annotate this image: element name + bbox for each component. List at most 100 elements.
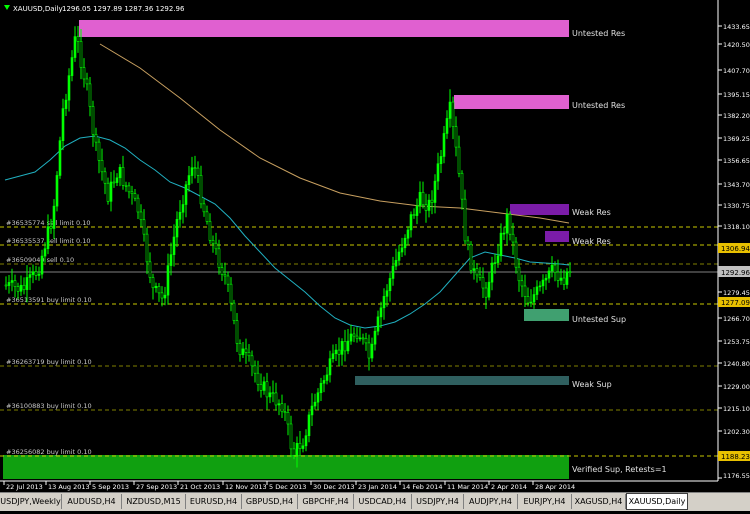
candle-body	[349, 333, 353, 342]
price-axis-label: 1369.25	[723, 135, 750, 143]
candle-body	[229, 283, 233, 304]
candle-body	[178, 211, 182, 220]
candle-body	[88, 83, 92, 107]
candle-body	[55, 175, 59, 207]
candle-body	[460, 173, 464, 200]
candle-body	[529, 301, 533, 304]
candle-body	[37, 273, 41, 276]
candle-body	[475, 268, 479, 276]
price-axis-label: 1202.30	[723, 428, 750, 436]
time-axis-label: 5 Dec 2013	[269, 483, 306, 491]
candle-body	[22, 284, 26, 290]
time-axis-label: 13 Aug 2013	[48, 483, 90, 491]
candle-body	[394, 260, 398, 267]
candle-body	[226, 275, 230, 285]
candle-body	[526, 296, 530, 304]
candle-body	[199, 175, 203, 205]
candle-body	[412, 214, 416, 216]
candle-body	[163, 294, 167, 299]
candle-body	[64, 99, 68, 109]
zone-weak-sup	[355, 376, 569, 385]
chart-tab[interactable]: USDJPY,Weekly	[0, 494, 62, 509]
candle-body	[259, 384, 263, 391]
candle-body	[379, 307, 383, 318]
candle-body	[385, 290, 389, 297]
chart-symbol-title: XAUUSD,Daily	[13, 5, 63, 13]
price-axis-label: 1382.20	[723, 112, 750, 120]
candle-body	[331, 353, 335, 359]
order-label: #36263719 buy limit 0.10	[6, 358, 92, 366]
candle-body	[424, 204, 428, 211]
candle-body	[235, 320, 239, 344]
chart-tab[interactable]: USDJPY,H4	[412, 494, 464, 509]
candle-body	[115, 177, 119, 183]
candle-body	[337, 349, 341, 355]
chart-tab[interactable]: USDCAD,H4	[354, 494, 412, 509]
chart-tab-label: USDJPY,H4	[416, 497, 459, 506]
candle-body	[301, 445, 305, 449]
candle-body	[61, 108, 65, 142]
candle-body	[421, 191, 425, 206]
candle-body	[358, 337, 362, 340]
candle-body	[487, 281, 491, 298]
candle-body	[478, 274, 482, 278]
candle-body	[322, 380, 326, 384]
candle-body	[244, 348, 248, 353]
candle-body	[556, 271, 560, 281]
candle-body	[25, 277, 29, 290]
candle-body	[139, 211, 143, 221]
chart-tab[interactable]: NZDUSD,M15	[122, 494, 186, 509]
candle-body	[559, 277, 563, 281]
chart-tab[interactable]: XAUUSD,Daily	[626, 493, 688, 510]
candle-body	[343, 341, 347, 352]
candle-body	[418, 191, 422, 207]
candle-body	[124, 184, 128, 187]
candle-body	[94, 133, 98, 143]
chart-tab[interactable]: EURUSD,H4	[186, 494, 242, 509]
candle-body	[34, 271, 38, 276]
zone-label: Weak Res	[572, 208, 611, 217]
candle-body	[175, 219, 179, 238]
zone-untested-res-2	[454, 95, 569, 109]
candle-body	[523, 285, 527, 297]
candle-body	[442, 133, 446, 157]
candle-body	[223, 274, 227, 277]
candle-body	[295, 442, 299, 456]
candle-body	[427, 199, 431, 211]
candle-body	[4, 284, 8, 287]
chart-tab-label: USDJPY,Weekly	[0, 497, 61, 506]
candle-body	[535, 286, 539, 295]
candle-body	[352, 333, 356, 337]
time-axis-label: 2 Apr 2014	[491, 483, 527, 491]
candle-body	[79, 41, 83, 68]
chart-tab[interactable]: AUDUSD,H4	[62, 494, 122, 509]
chart-tab-label: GBPCHF,H4	[302, 497, 349, 506]
candle-body	[283, 411, 287, 414]
chart-tab[interactable]: AUDJPY,H4	[464, 494, 518, 509]
time-axis-label: 14 Feb 2014	[402, 483, 442, 491]
chart-tab[interactable]: GBPUSD,H4	[242, 494, 298, 509]
candle-body	[469, 243, 473, 271]
chart-tab[interactable]: GBPCHF,H4	[298, 494, 354, 509]
candle-body	[211, 240, 215, 244]
candle-body	[388, 278, 392, 292]
candle-body	[466, 240, 470, 245]
candle-body	[415, 205, 419, 216]
chart-tab[interactable]: EURJPY,H4	[518, 494, 572, 509]
candle-body	[262, 381, 266, 391]
candle-body	[286, 412, 290, 425]
candle-body	[76, 36, 80, 42]
price-axis-label: 1395.15	[723, 91, 750, 99]
candle-body	[319, 382, 323, 394]
order-label: #36256082 buy limit 0.10	[6, 448, 92, 456]
chart-tab-label: XAGUSD,H4	[574, 497, 623, 506]
candle-body	[127, 185, 131, 193]
chart-tab[interactable]: XAGUSD,H4	[572, 494, 626, 509]
candle-body	[193, 167, 197, 169]
order-price-label: 1306.94	[721, 245, 750, 253]
candle-body	[277, 403, 281, 406]
price-chart[interactable]: XAUUSD,Daily 1296.05 1297.89 1287.36 129…	[0, 0, 750, 510]
zone-label: Weak Sup	[572, 380, 612, 389]
candle-body	[268, 392, 272, 398]
zone-label: Verified Sup, Retests=1	[572, 465, 667, 474]
